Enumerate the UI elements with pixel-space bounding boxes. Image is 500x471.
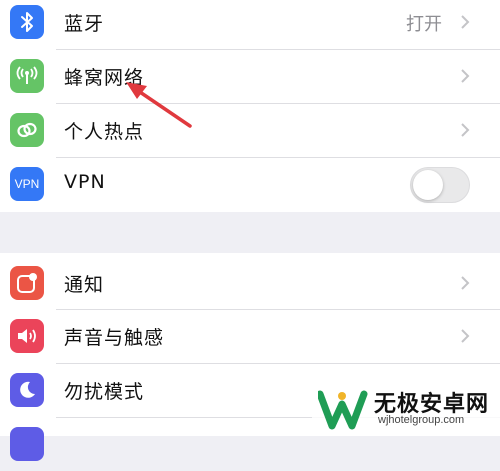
settings-group-connectivity: 蓝牙 打开 蜂窝网络 个人热点 VPN VPN bbox=[0, 0, 500, 212]
chevron-right-icon bbox=[461, 276, 470, 290]
settings-row-label: VPN bbox=[64, 171, 106, 193]
antenna-icon bbox=[10, 59, 44, 93]
chevron-right-icon bbox=[461, 329, 470, 343]
settings-row-hotspot[interactable]: 个人热点 bbox=[0, 103, 500, 157]
chevron-right-icon bbox=[461, 123, 470, 137]
bluetooth-icon bbox=[10, 5, 44, 39]
settings-row-label: 通知 bbox=[64, 274, 105, 296]
notification-icon bbox=[10, 266, 44, 300]
settings-row-notifications[interactable]: 通知 bbox=[0, 256, 500, 310]
speaker-icon bbox=[10, 319, 44, 353]
vpn-icon-text: VPN bbox=[14, 177, 40, 191]
bluetooth-status-value: 打开 bbox=[406, 14, 442, 35]
toggle-knob bbox=[413, 170, 443, 200]
settings-row-sounds[interactable]: 声音与触感 bbox=[0, 309, 500, 363]
settings-row-label: 蓝牙 bbox=[64, 13, 105, 35]
settings-row-cellular[interactable]: 蜂窝网络 bbox=[0, 49, 500, 103]
watermark: 无极安卓网 wjhotelgroup.com bbox=[312, 380, 500, 436]
settings-row-label: 个人热点 bbox=[64, 121, 145, 143]
vpn-toggle[interactable] bbox=[410, 167, 470, 203]
settings-row-label: 声音与触感 bbox=[64, 327, 165, 349]
watermark-url: wjhotelgroup.com bbox=[378, 414, 465, 426]
chain-link-icon bbox=[10, 113, 44, 147]
settings-row-vpn: VPN VPN bbox=[0, 157, 500, 211]
chevron-right-icon bbox=[461, 69, 470, 83]
settings-row-label: 蜂窝网络 bbox=[64, 67, 145, 89]
settings-row-bluetooth[interactable]: 蓝牙 打开 bbox=[0, 0, 500, 49]
partial-row-icon bbox=[10, 427, 44, 461]
settings-row-label: 勿扰模式 bbox=[64, 381, 145, 403]
chevron-right-icon bbox=[461, 15, 470, 29]
vpn-icon: VPN bbox=[10, 167, 44, 201]
watermark-logo-icon bbox=[318, 390, 368, 430]
moon-icon bbox=[10, 373, 44, 407]
